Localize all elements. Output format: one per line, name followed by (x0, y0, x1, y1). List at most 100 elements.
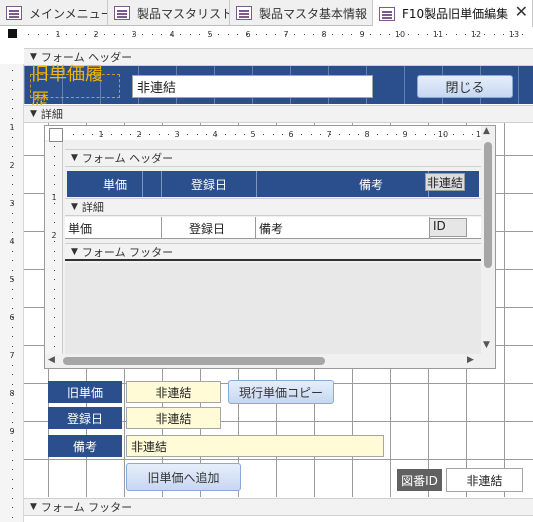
scroll-up-icon[interactable]: ▲ (483, 126, 490, 136)
subform-form-selector[interactable] (49, 128, 63, 142)
ruler-tick (12, 194, 13, 195)
ruler-tick (121, 134, 122, 135)
field-note[interactable]: 備考 (259, 220, 283, 237)
ruler-tick (140, 134, 141, 135)
ruler-tick (12, 99, 13, 100)
ruler-tick (12, 469, 13, 470)
ruler-tick (437, 34, 438, 35)
form-footer-section-bar[interactable]: ▼ フォーム フッター (24, 498, 533, 516)
ruler-tick (275, 34, 276, 35)
ruler-tick (12, 355, 13, 356)
ruler-tick (304, 34, 305, 35)
subform-footer-section-bar[interactable]: ▼ フォーム フッター (65, 243, 481, 261)
ruler-tick (54, 279, 55, 280)
form-icon (6, 6, 22, 20)
horizontal-scrollbar[interactable]: ◀ ▶ (45, 354, 481, 368)
copy-current-price-button[interactable]: 現行単価コピー (228, 380, 334, 404)
ruler-mark-label: 10 (438, 130, 448, 139)
tab-product-master-info[interactable]: 製品マスタ基本情報 (230, 0, 373, 26)
header-unbound-field[interactable]: 非連結 (132, 75, 373, 98)
ruler-tick (54, 251, 55, 252)
ruler-tick (12, 450, 13, 451)
ruler-tick (54, 194, 55, 195)
scroll-down-icon[interactable]: ▼ (483, 340, 490, 350)
horizontal-scroll-thumb[interactable] (63, 357, 325, 365)
ruler-tick (12, 507, 13, 508)
close-icon[interactable]: ✕ (515, 2, 528, 21)
tab-label: メインメニュー (29, 6, 108, 21)
ruler-tick (465, 34, 466, 35)
subform-detail-row: 単価 登録日 備考 ID (65, 217, 481, 239)
tab-label: F10製品旧単価編集 (402, 7, 509, 21)
ruler-tick (66, 34, 67, 35)
tab-main-menu[interactable]: メインメニュー (0, 0, 108, 26)
tab-f10-old-price-edit[interactable]: F10製品旧単価編集 ✕ (373, 0, 533, 27)
ruler-tick (190, 34, 191, 35)
ruler-tick (12, 80, 13, 81)
form-selector[interactable] (8, 29, 17, 38)
field-price[interactable]: 単価 (68, 220, 92, 237)
ruler-tick (12, 165, 13, 166)
ruler-tick (12, 374, 13, 375)
ruler-tick (522, 34, 523, 35)
date-label: 登録日 (48, 407, 122, 429)
ruler-tick (12, 317, 13, 318)
ruler-tick (54, 213, 55, 214)
detail-section-bar[interactable]: ▼ 詳細 (24, 105, 533, 123)
note-field[interactable]: 非連結 (126, 435, 384, 457)
chevron-down-icon: ▼ (30, 109, 37, 119)
scroll-left-icon[interactable]: ◀ (48, 355, 55, 365)
add-to-old-price-button[interactable]: 旧単価へ追加 (126, 463, 241, 491)
ruler-tick (209, 34, 210, 35)
ruler-tick (12, 412, 13, 413)
subform-detail-section-bar[interactable]: ▼ 詳細 (65, 198, 481, 216)
date-field[interactable]: 非連結 (126, 407, 221, 429)
ruler-tick (133, 34, 134, 35)
ruler-tick (273, 134, 274, 135)
ruler-tick (12, 251, 13, 252)
ruler-tick (12, 137, 13, 138)
old-price-field[interactable]: 非連結 (126, 381, 221, 403)
ruler-tick (178, 134, 179, 135)
ruler-tick (503, 34, 504, 35)
chevron-down-icon: ▼ (71, 202, 78, 212)
ruler-tick (152, 34, 153, 35)
subform-empty-area (65, 263, 481, 356)
subform-control[interactable]: 1234567891011 12 ▼ フォーム ヘッダー 単価 登録日 備考 非… (44, 125, 496, 369)
subform-header-section-bar[interactable]: ▼ フォーム ヘッダー (65, 149, 481, 167)
ruler-tick (342, 34, 343, 35)
ruler-tick (453, 134, 454, 135)
vertical-scrollbar[interactable]: ▲ ▼ (481, 126, 495, 354)
column-header-note: 備考 (359, 178, 384, 192)
ruler-tick (54, 222, 55, 223)
field-date[interactable]: 登録日 (189, 220, 225, 237)
ruler-tick (323, 34, 324, 35)
scroll-right-icon[interactable]: ▶ (467, 355, 474, 365)
ruler-tick (12, 479, 13, 480)
ruler-tick (349, 134, 350, 135)
ruler-tick (130, 134, 131, 135)
field-id[interactable]: ID (429, 218, 467, 237)
column-header-id-unbound[interactable]: 非連結 (425, 173, 465, 191)
ruler-tick (292, 134, 293, 135)
ruler-tick (12, 498, 13, 499)
horizontal-ruler: 1 2 3 4 5 6 7 8 9 10 11 12 13 (0, 28, 533, 40)
ruler-tick (313, 34, 314, 35)
ruler-tick (475, 34, 476, 35)
ruler-tick (54, 156, 55, 157)
ruler-tick (83, 134, 84, 135)
ruler-tick (396, 134, 397, 135)
ruler-tick (351, 34, 352, 35)
ruler-tick (95, 34, 96, 35)
ruler-tick (425, 134, 426, 135)
column-header-date: 登録日 (191, 178, 228, 192)
close-button[interactable]: 閉じる (417, 75, 513, 98)
tab-product-master-list[interactable]: 製品マスタリスト (108, 0, 230, 26)
ruler-tick (444, 134, 445, 135)
ruler-tick (54, 298, 55, 299)
drawing-id-field[interactable]: 非連結 (446, 468, 523, 492)
drawing-id-label: 図番ID (397, 469, 442, 491)
chevron-down-icon: ▼ (71, 246, 78, 257)
ruler-tick (57, 34, 58, 35)
vertical-scroll-thumb[interactable] (484, 142, 492, 268)
